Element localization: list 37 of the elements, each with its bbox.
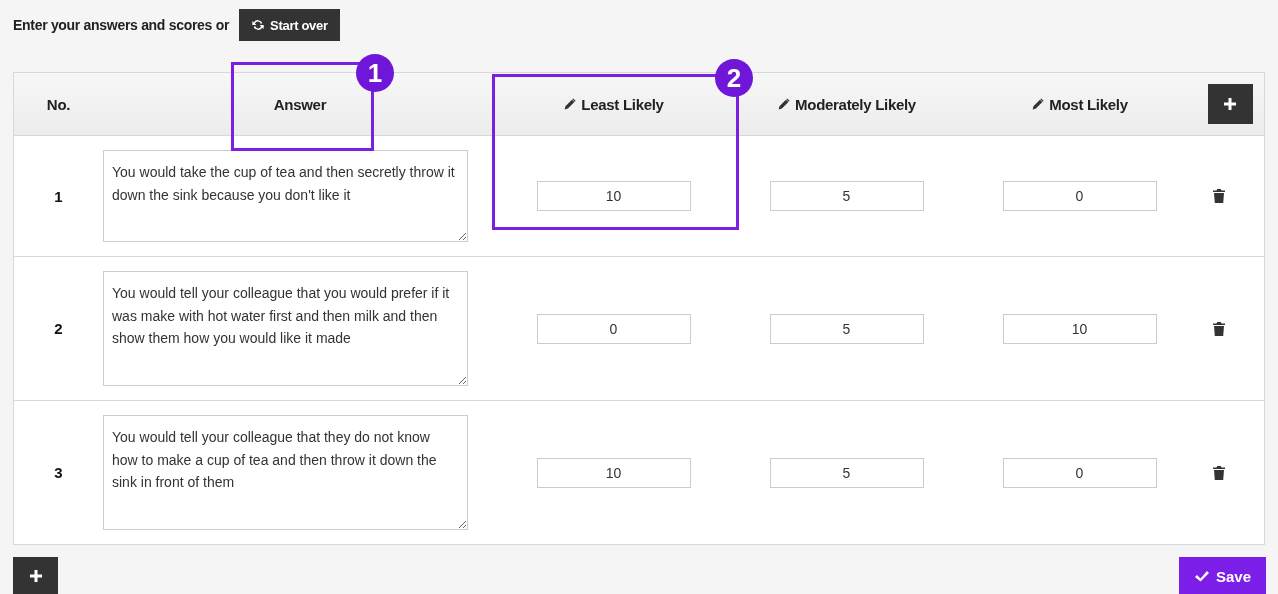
plus-icon (1224, 98, 1236, 110)
trash-icon[interactable] (1213, 189, 1225, 203)
column-header: Answer (273, 95, 327, 113)
intro-text: Enter your answers and scores or (13, 17, 230, 33)
score-field[interactable]: 5 (769, 313, 924, 344)
column-header: Most Likely (1049, 95, 1128, 113)
score-field[interactable]: 0 (1002, 181, 1157, 211)
score-field[interactable]: 10 (536, 457, 691, 488)
plus-icon (29, 570, 42, 582)
score-field[interactable]: 0 (1002, 457, 1157, 488)
score-field[interactable]: 10 (1002, 313, 1157, 344)
refresh-icon (251, 18, 266, 32)
row-number: 2 (54, 320, 63, 337)
score-field[interactable]: 0 (536, 313, 691, 344)
check-icon (1193, 569, 1210, 583)
pencil-icon (777, 97, 791, 111)
row-number: 3 (54, 464, 63, 481)
pencil-icon (1031, 97, 1045, 111)
save-button[interactable]: Save (1178, 557, 1266, 594)
score-field[interactable]: 5 (769, 457, 924, 488)
add-column-button[interactable] (1207, 84, 1253, 124)
pencil-icon (563, 97, 577, 111)
score-field[interactable]: 5 (769, 181, 924, 211)
column-header: No. (46, 95, 71, 113)
start-over-button[interactable]: Start over (239, 9, 340, 41)
score-field[interactable]: 10 (536, 181, 691, 211)
answer-field[interactable]: You would tell your colleague that you would prefer if it was make with hot water first and then milk and then show them how you would like it made (103, 271, 468, 386)
trash-icon[interactable] (1213, 465, 1225, 480)
row-number: 1 (54, 187, 63, 205)
answer-field[interactable]: You would tell your colleague that they do not know how to make a cup of tea and then throw it down the sink in front of them (103, 415, 468, 530)
column-header: Least Likely (581, 95, 664, 113)
add-row-button[interactable] (13, 557, 58, 594)
trash-icon[interactable] (1213, 321, 1225, 336)
step-badge: 2 (715, 59, 753, 97)
column-header: Moderately Likely (795, 95, 916, 113)
step-badge: 1 (356, 54, 394, 92)
answer-field[interactable]: You would take the cup of tea and then secretly throw it down the sink because you don't like it (103, 150, 468, 242)
